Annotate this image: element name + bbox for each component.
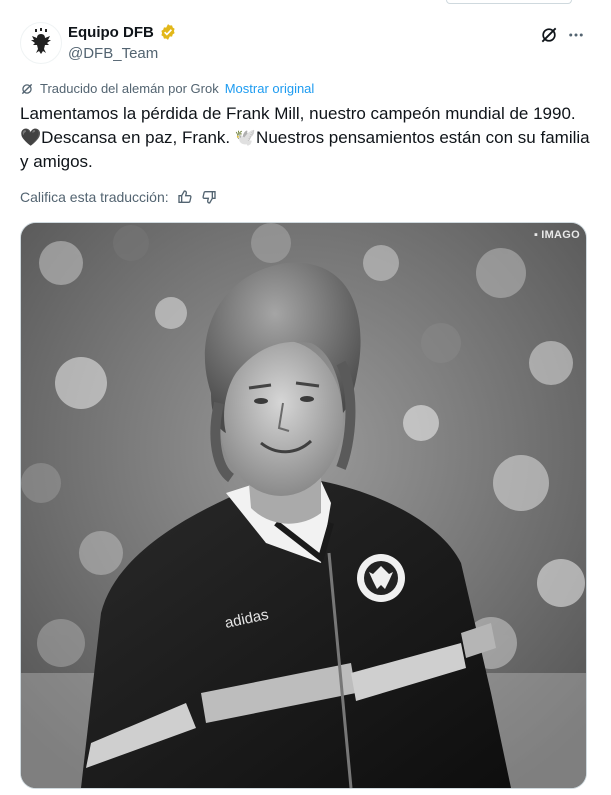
display-name[interactable]: Equipo DFB <box>68 24 154 41</box>
player-photo-image: adidas <box>21 223 586 788</box>
imago-watermark: ▪ IMAGO <box>534 229 580 241</box>
show-original-link[interactable]: Mostrar original <box>225 81 315 96</box>
grok-icon <box>541 27 557 43</box>
tweet-text: Lamentamos la pérdida de Frank Mill, nue… <box>20 104 590 171</box>
rate-translation-label: Califica esta traducción: <box>20 189 169 205</box>
tweet-photo[interactable]: adidas ▪ IMAGO <box>20 222 587 789</box>
verified-badge-icon <box>161 24 175 40</box>
previous-post-edge <box>446 0 572 4</box>
translation-note: Traducido del alemán por Grok <box>40 81 219 96</box>
dfb-eagle-logo-icon <box>31 28 51 54</box>
user-handle[interactable]: @DFB_Team <box>68 45 158 62</box>
thumbs-down-button[interactable] <box>201 189 217 205</box>
grok-button[interactable] <box>538 24 560 46</box>
watermark-text: IMAGO <box>541 229 580 241</box>
more-dots-icon <box>569 33 583 37</box>
thumbs-down-icon <box>202 191 216 204</box>
thumbs-up-icon <box>177 190 192 203</box>
more-options-button[interactable] <box>563 22 589 48</box>
thumbs-up-button[interactable] <box>177 189 193 205</box>
camera-icon: ▪ <box>534 229 539 241</box>
avatar[interactable] <box>20 22 62 64</box>
grok-small-icon <box>21 83 33 94</box>
